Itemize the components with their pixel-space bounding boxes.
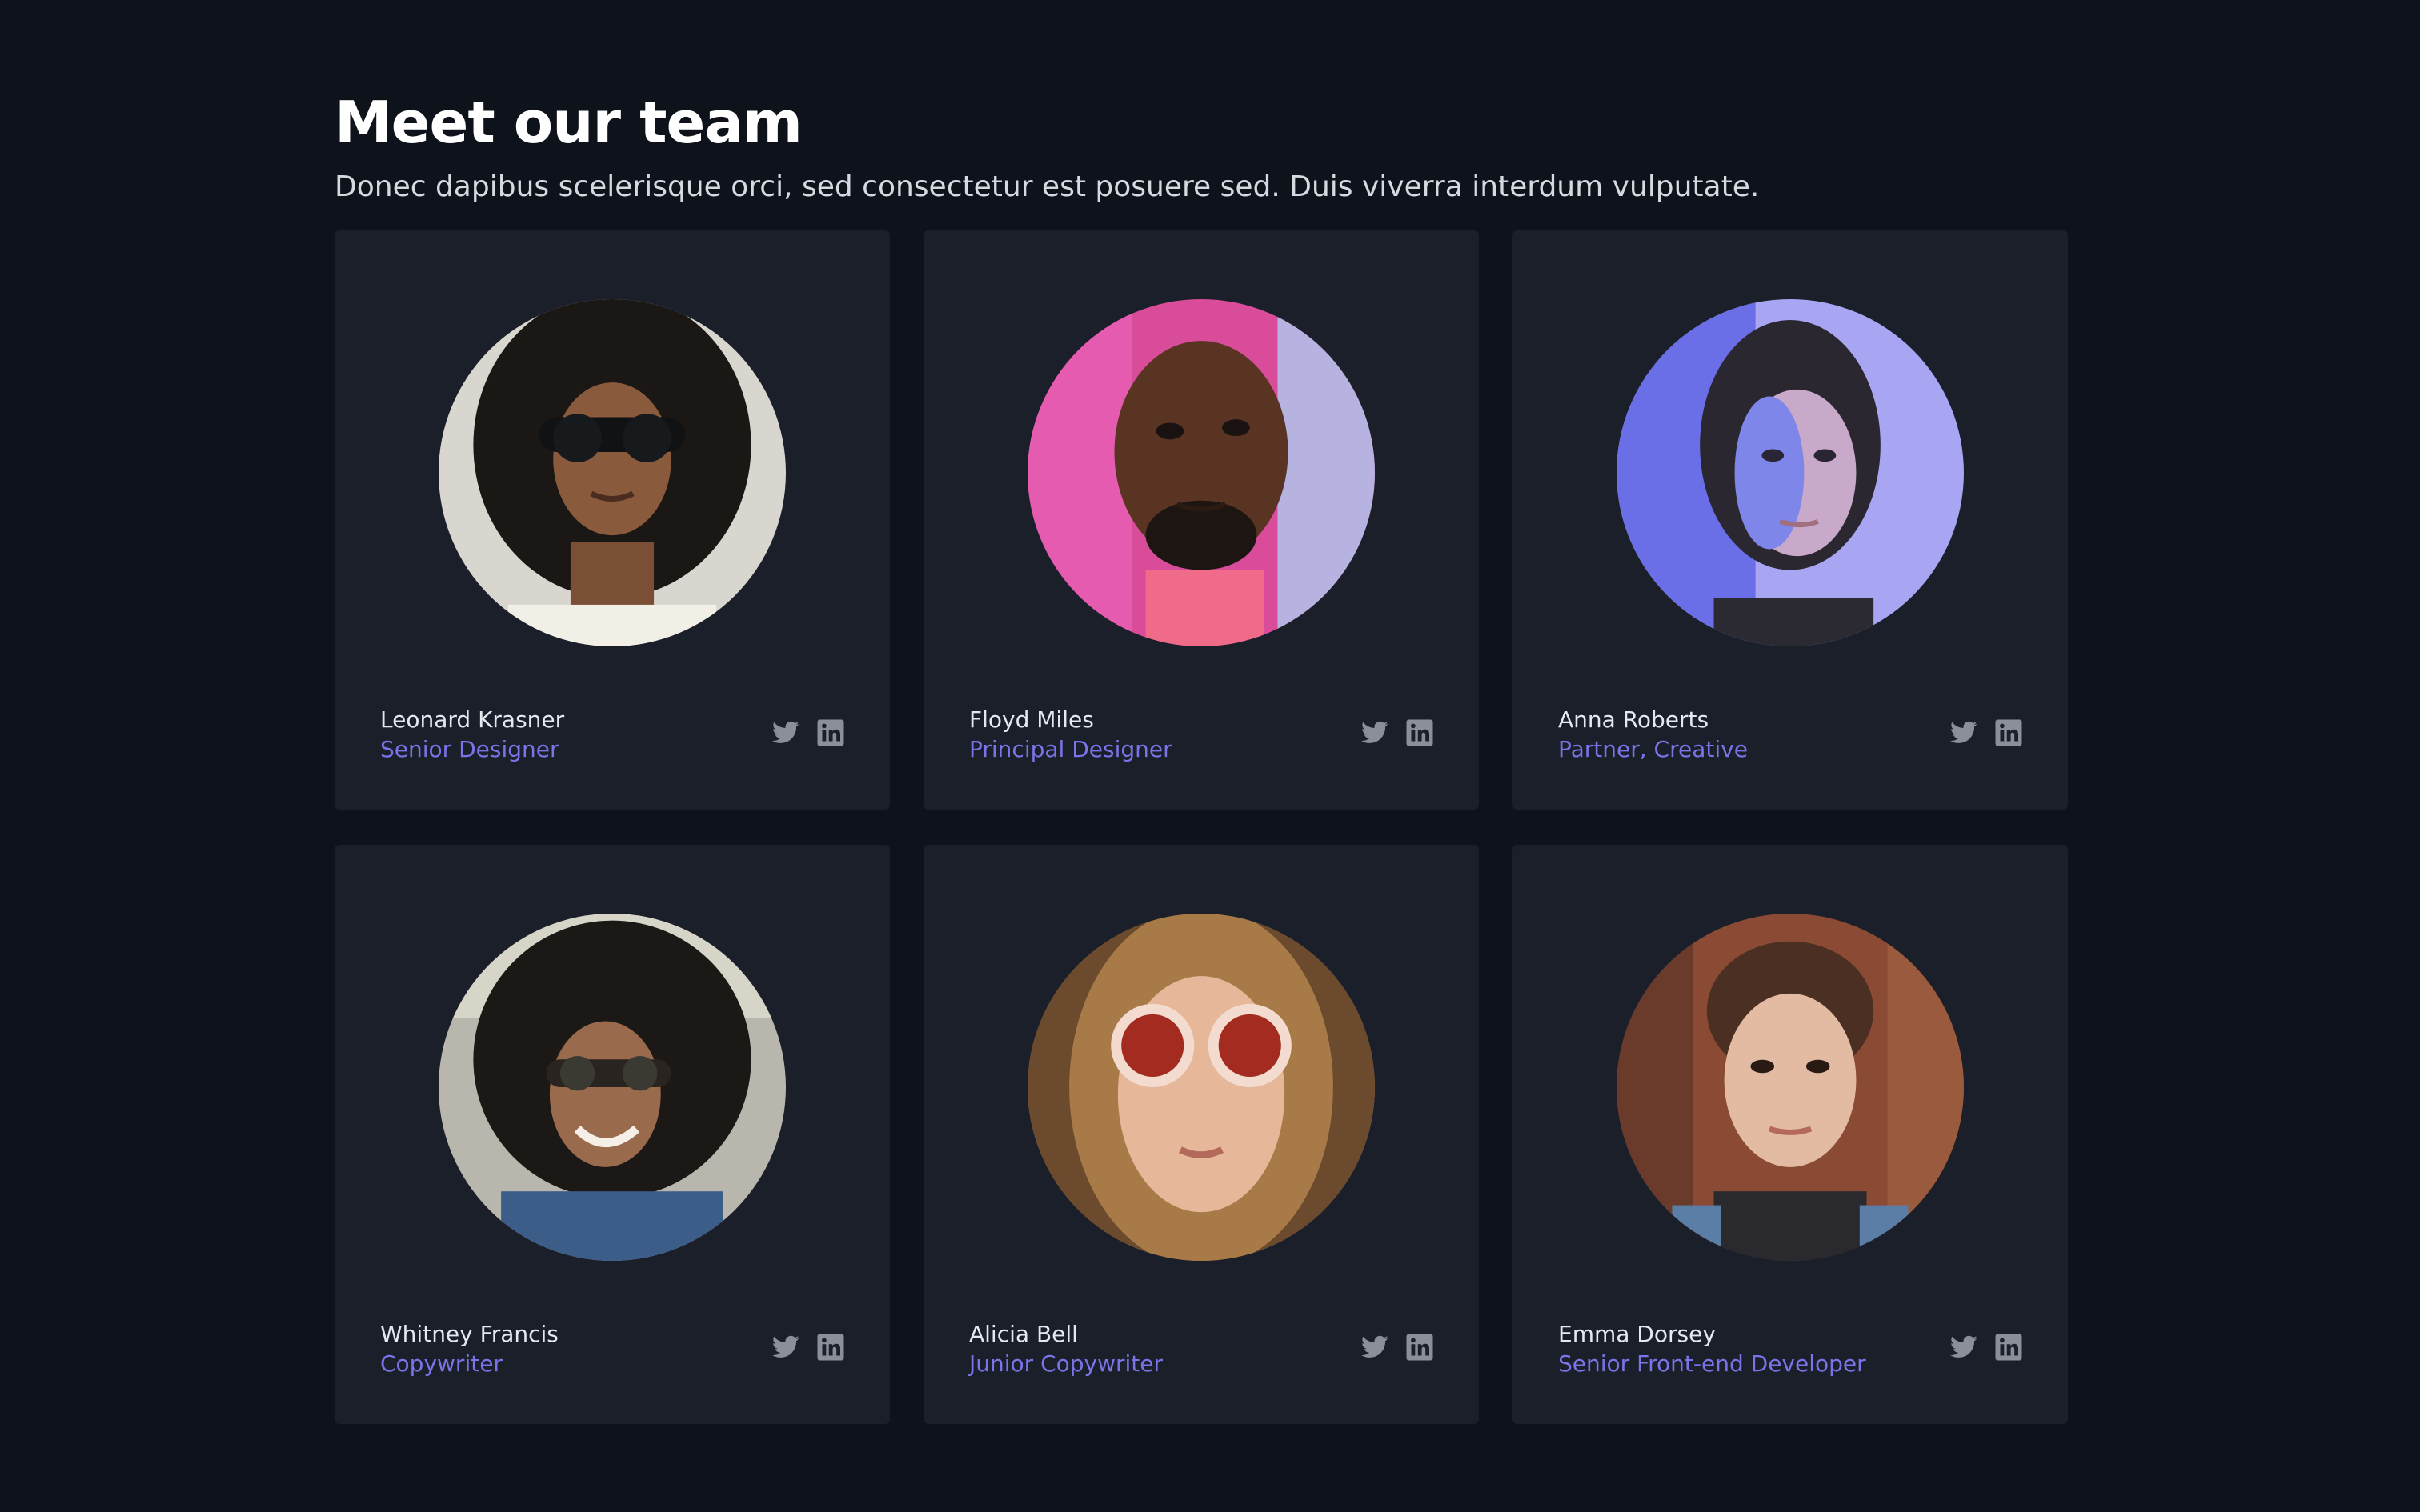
page-title: Meet our team xyxy=(335,89,803,156)
member-role: Senior Front-end Developer xyxy=(1558,1350,1866,1377)
member-info: Emma Dorsey Senior Front-end Developer xyxy=(1558,1320,1866,1379)
member-role: Partner, Creative xyxy=(1558,736,1748,762)
avatar xyxy=(1617,299,1964,646)
team-section: Meet our team Donec dapibus scelerisque … xyxy=(335,88,2068,1424)
social-links xyxy=(1949,718,2023,747)
twitter-icon[interactable] xyxy=(771,1333,800,1362)
twitter-icon[interactable] xyxy=(1949,718,1978,747)
linkedin-icon[interactable] xyxy=(1994,718,2023,747)
member-info: Leonard Krasner Senior Designer xyxy=(380,706,564,765)
page-subtitle: Donec dapibus scelerisque orci, sed cons… xyxy=(335,170,1760,203)
linkedin-icon[interactable] xyxy=(816,1333,845,1362)
linkedin-icon[interactable] xyxy=(1405,1333,1434,1362)
twitter-icon[interactable] xyxy=(771,718,800,747)
linkedin-icon[interactable] xyxy=(1405,718,1434,747)
member-role: Senior Designer xyxy=(380,736,559,762)
twitter-icon[interactable] xyxy=(1360,718,1389,747)
twitter-icon[interactable] xyxy=(1949,1333,1978,1362)
avatar xyxy=(1617,914,1964,1261)
member-name: Alicia Bell xyxy=(969,1321,1078,1347)
linkedin-icon[interactable] xyxy=(1994,1333,2023,1362)
member-name: Anna Roberts xyxy=(1558,706,1709,733)
social-links xyxy=(1949,1333,2023,1362)
member-role: Principal Designer xyxy=(969,736,1172,762)
member-info: Anna Roberts Partner, Creative xyxy=(1558,706,1748,765)
member-name: Floyd Miles xyxy=(969,706,1094,733)
social-links xyxy=(771,1333,845,1362)
member-info: Alicia Bell Junior Copywriter xyxy=(969,1320,1163,1379)
team-card: Leonard Krasner Senior Designer xyxy=(335,230,890,810)
social-links xyxy=(1360,1333,1434,1362)
team-card: Emma Dorsey Senior Front-end Developer xyxy=(1512,845,2068,1424)
member-role: Junior Copywriter xyxy=(969,1350,1164,1377)
avatar xyxy=(1028,299,1375,646)
twitter-icon[interactable] xyxy=(1360,1333,1389,1362)
member-info: Floyd Miles Principal Designer xyxy=(969,706,1172,765)
member-info: Whitney Francis Copywriter xyxy=(380,1320,559,1379)
team-card: Floyd Miles Principal Designer xyxy=(924,230,1479,810)
social-links xyxy=(771,718,845,747)
team-card: Anna Roberts Partner, Creative xyxy=(1512,230,2068,810)
avatar xyxy=(1028,914,1375,1261)
team-grid: Leonard Krasner Senior Designer Floyd Mi… xyxy=(335,230,2068,1424)
avatar xyxy=(439,914,786,1261)
team-card: Whitney Francis Copywriter xyxy=(335,845,890,1424)
linkedin-icon[interactable] xyxy=(816,718,845,747)
member-name: Leonard Krasner xyxy=(380,706,565,733)
avatar xyxy=(439,299,786,646)
member-name: Emma Dorsey xyxy=(1558,1321,1716,1347)
team-card: Alicia Bell Junior Copywriter xyxy=(924,845,1479,1424)
member-name: Whitney Francis xyxy=(380,1321,559,1347)
social-links xyxy=(1360,718,1434,747)
member-role: Copywriter xyxy=(380,1350,503,1377)
